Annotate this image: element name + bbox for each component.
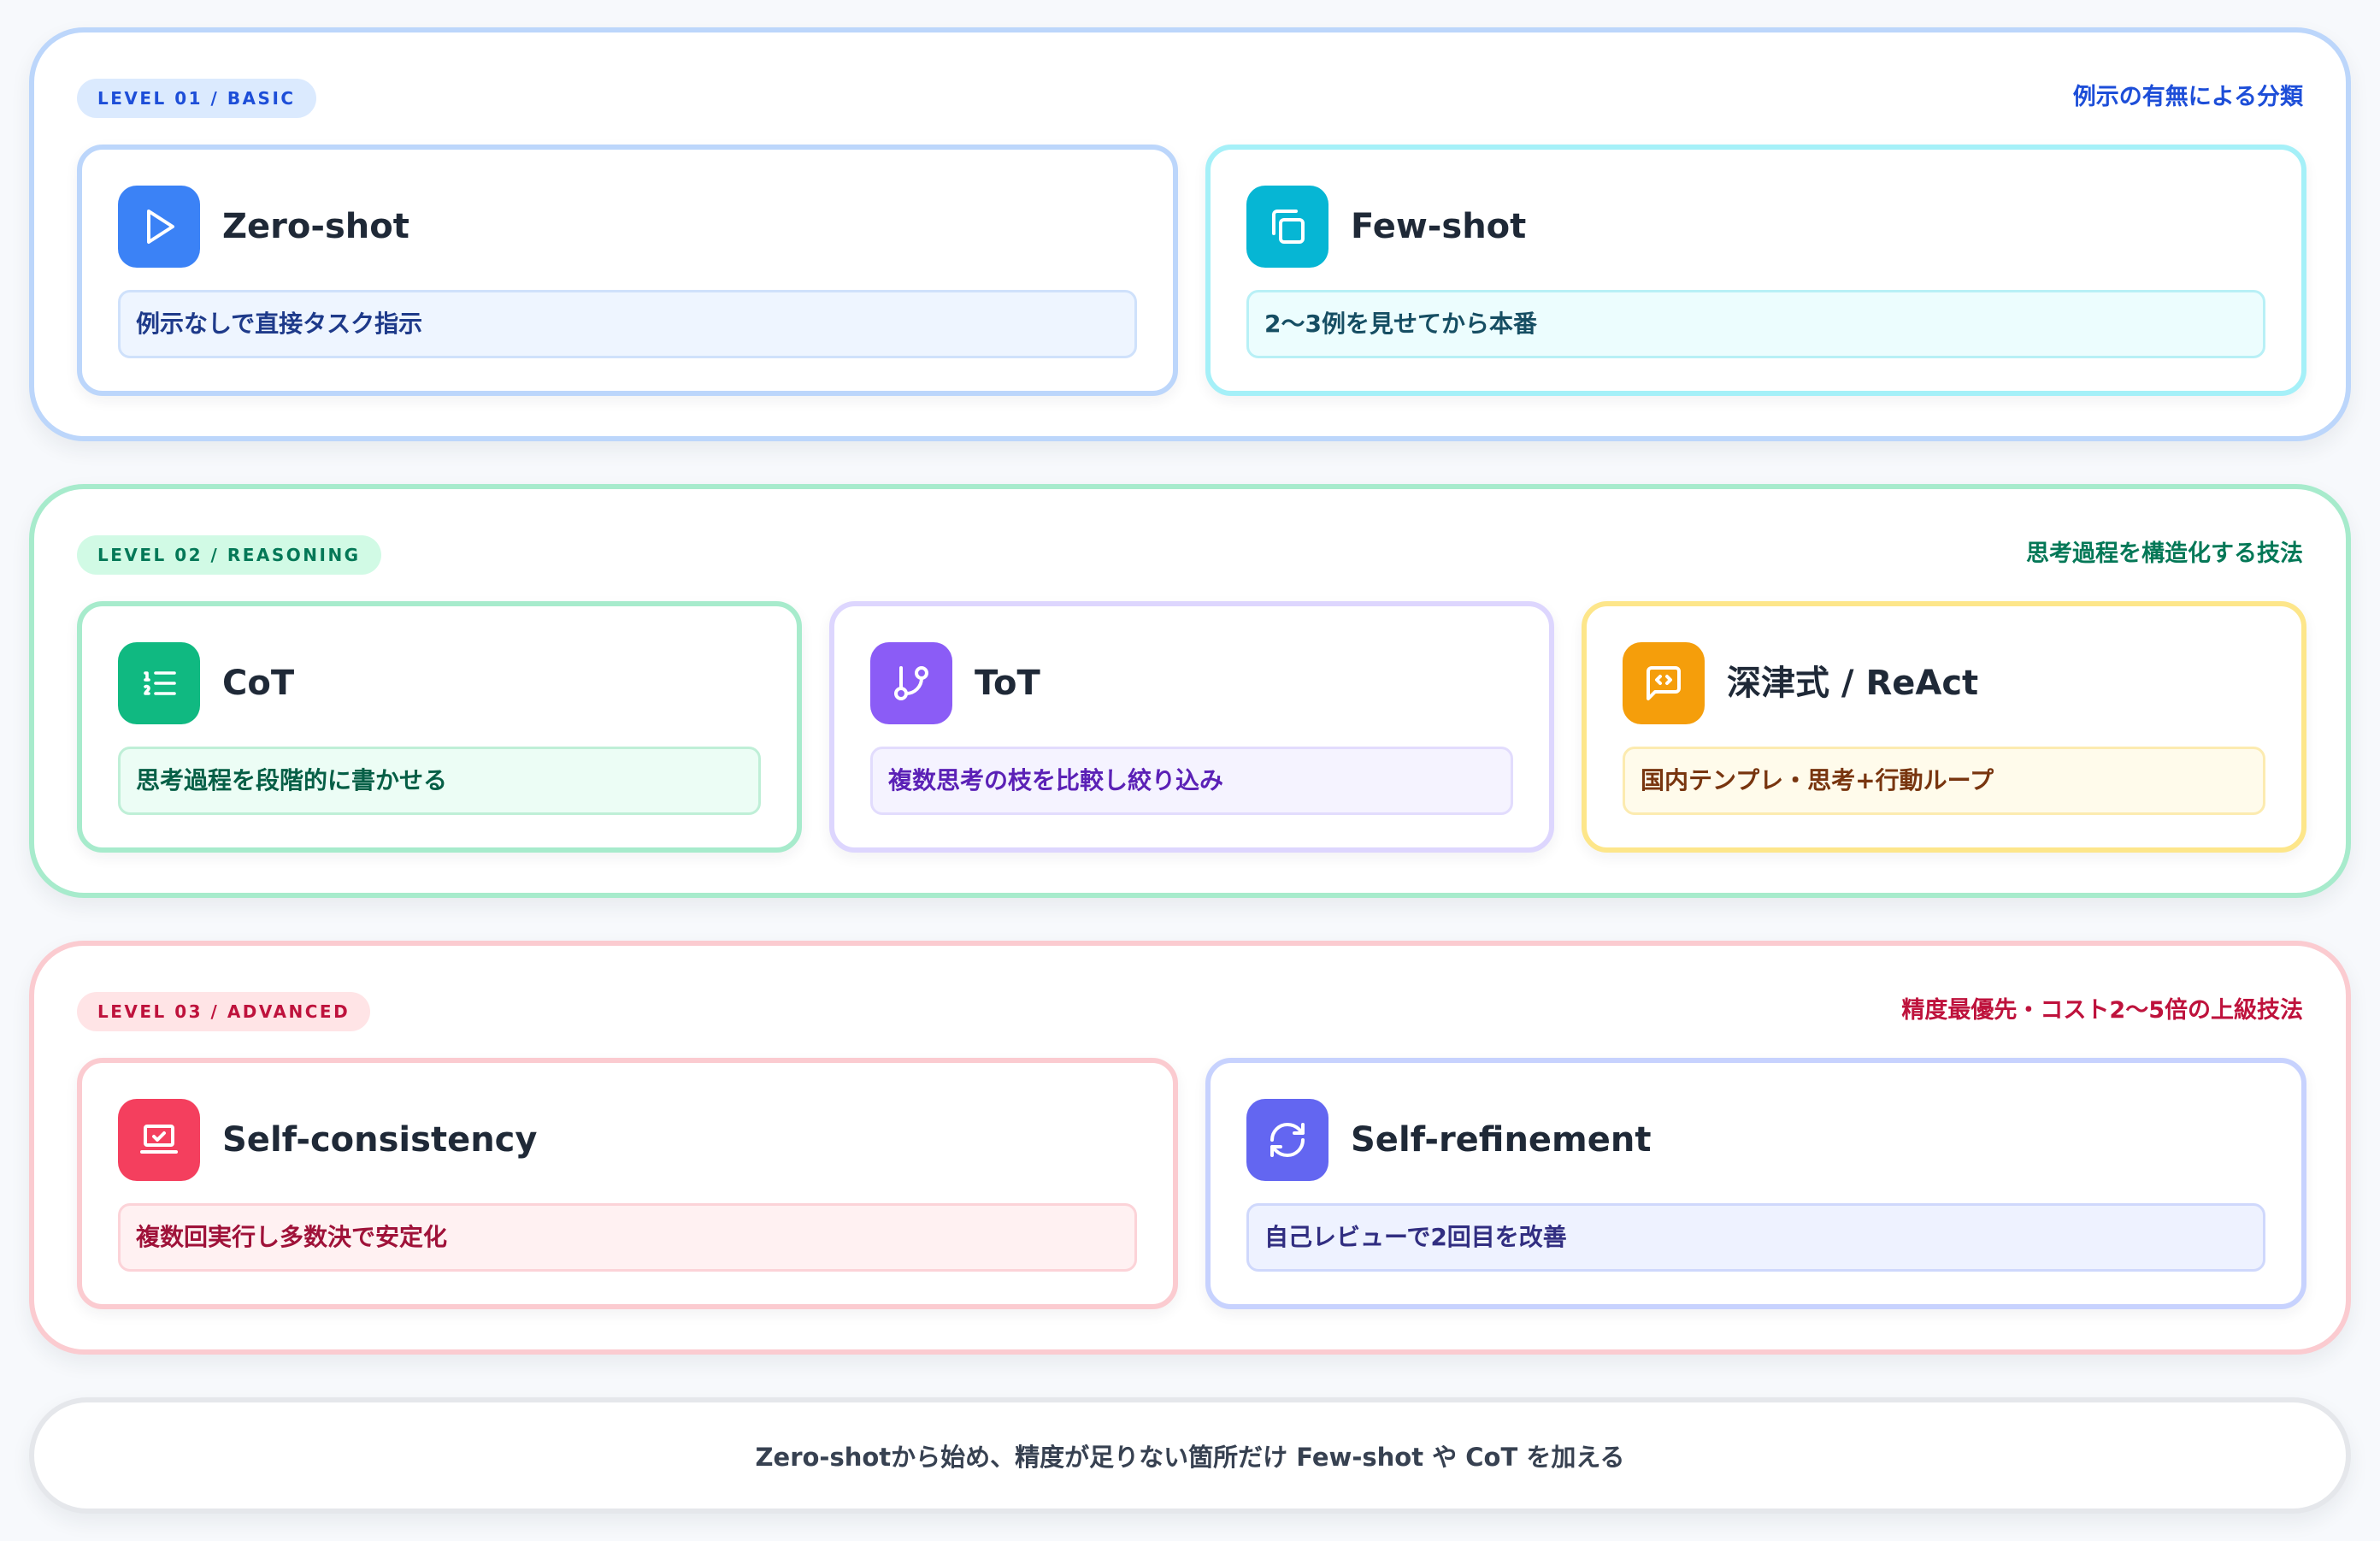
footer-text: Zero-shotから始め、精度が足りない箇所だけ Few-shot や CoT… bbox=[755, 1443, 1625, 1472]
card-description: 思考過程を段階的に書かせる bbox=[118, 747, 761, 815]
level-caption: 精度最優先・コスト2〜5倍の上級技法 bbox=[1901, 997, 2303, 1024]
technique-card-zero-shot: Zero-shot 例示なしで直接タスク指示 bbox=[77, 145, 1178, 396]
message-code-icon bbox=[1623, 642, 1705, 724]
numbered-list-icon bbox=[118, 642, 200, 724]
level-02-panel: LEVEL 02 / REASONING 思考過程を構造化する技法 CoT 思考… bbox=[29, 484, 2351, 898]
copy-icon bbox=[1246, 186, 1328, 268]
level-03-panel: LEVEL 03 / ADVANCED 精度最優先・コスト2〜5倍の上級技法 S… bbox=[29, 941, 2351, 1355]
card-title: CoT bbox=[222, 664, 295, 703]
card-title: ToT bbox=[975, 664, 1040, 703]
card-description: 例示なしで直接タスク指示 bbox=[118, 290, 1137, 358]
level-badge: LEVEL 01 / BASIC bbox=[77, 79, 316, 118]
card-description: 複数思考の枝を比較し絞り込み bbox=[870, 747, 1513, 815]
card-title: 深津式 / ReAct bbox=[1727, 664, 1979, 703]
card-description: 複数回実行し多数決で安定化 bbox=[118, 1203, 1137, 1272]
technique-card-tot: ToT 複数思考の枝を比較し絞り込み bbox=[829, 601, 1554, 853]
level-caption: 例示の有無による分類 bbox=[2072, 84, 2303, 110]
technique-card-cot: CoT 思考過程を段階的に書かせる bbox=[77, 601, 802, 853]
level-badge: LEVEL 02 / REASONING bbox=[77, 535, 381, 575]
level-badge: LEVEL 03 / ADVANCED bbox=[77, 992, 371, 1031]
card-title: Few-shot bbox=[1351, 207, 1527, 246]
card-description: 2〜3例を見せてから本番 bbox=[1246, 290, 2265, 358]
laptop-check-icon bbox=[118, 1099, 200, 1181]
git-branch-icon bbox=[870, 642, 952, 724]
card-description: 自己レビューで2回目を改善 bbox=[1246, 1203, 2265, 1272]
play-icon bbox=[118, 186, 200, 268]
technique-card-self-consistency: Self-consistency 複数回実行し多数決で安定化 bbox=[77, 1058, 1178, 1309]
card-description: 国内テンプレ・思考+行動ループ bbox=[1623, 747, 2265, 815]
card-title: Self-refinement bbox=[1351, 1120, 1652, 1160]
card-title: Zero-shot bbox=[222, 207, 409, 246]
refresh-icon bbox=[1246, 1099, 1328, 1181]
summary-footer: Zero-shotから始め、精度が足りない箇所だけ Few-shot や CoT… bbox=[29, 1397, 2351, 1514]
technique-card-self-refinement: Self-refinement 自己レビューで2回目を改善 bbox=[1205, 1058, 2306, 1309]
level-01-panel: LEVEL 01 / BASIC 例示の有無による分類 Zero-shot 例示… bbox=[29, 27, 2351, 441]
level-caption: 思考過程を構造化する技法 bbox=[2026, 540, 2303, 567]
card-title: Self-consistency bbox=[222, 1120, 538, 1160]
technique-card-few-shot: Few-shot 2〜3例を見せてから本番 bbox=[1205, 145, 2306, 396]
technique-card-fukatsu-react: 深津式 / ReAct 国内テンプレ・思考+行動ループ bbox=[1582, 601, 2306, 853]
